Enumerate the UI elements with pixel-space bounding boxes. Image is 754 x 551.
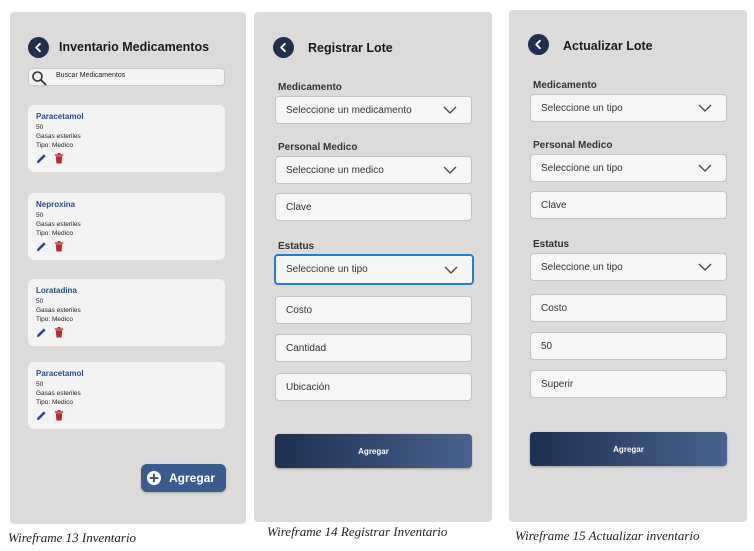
chevron-down-icon <box>443 166 457 174</box>
personal-select[interactable]: Seleccione un medico <box>275 156 472 184</box>
item-type: Tipo: Medico <box>36 230 73 237</box>
pencil-icon[interactable] <box>36 241 47 252</box>
ubicacion-value: Superir <box>541 378 574 390</box>
costo-field[interactable]: Costo <box>275 296 472 324</box>
medicamento-label: Medicamento <box>278 82 342 93</box>
pencil-icon[interactable] <box>36 153 47 164</box>
submit-button[interactable]: Agregar <box>530 432 727 466</box>
item-name: Loratadina <box>36 286 77 295</box>
pencil-icon[interactable] <box>36 327 47 338</box>
ubicacion-placeholder: Ubicación <box>286 381 330 393</box>
trash-icon[interactable] <box>54 153 64 164</box>
submit-button[interactable]: Agregar <box>275 434 472 468</box>
list-item[interactable]: Paracetamol 50 Gasas esteriles Tipo: Med… <box>28 362 225 429</box>
search-input[interactable]: Buscar Medicamentos <box>28 68 225 86</box>
estatus-select-value: Seleccione un tipo <box>286 264 368 275</box>
back-button[interactable] <box>273 37 294 58</box>
personal-select-value: Seleccione un medico <box>286 164 384 176</box>
add-button[interactable]: Agregar <box>141 464 226 492</box>
costo-value: Costo <box>541 302 568 314</box>
add-button-label: Agregar <box>169 471 216 485</box>
item-desc: Gasas esteriles <box>36 390 81 397</box>
estatus-select[interactable]: Seleccione un tipo <box>274 254 474 285</box>
item-qty: 50 <box>36 124 44 131</box>
trash-icon[interactable] <box>54 241 64 252</box>
search-placeholder: Buscar Medicamentos <box>56 72 126 79</box>
personal-select[interactable]: Seleccione un tipo <box>530 154 727 182</box>
pencil-icon[interactable] <box>36 410 47 421</box>
back-arrow-icon <box>280 42 286 53</box>
list-item[interactable]: Neproxina 50 Gasas esteriles Tipo: Medic… <box>28 193 225 260</box>
medicamento-label: Medicamento <box>533 80 597 91</box>
cantidad-placeholder: Cantidad <box>286 342 327 354</box>
medicamento-select[interactable]: Seleccione un tipo <box>530 94 727 122</box>
list-item[interactable]: Paracetamol 50 Gasas esteriles Tipo: Med… <box>28 105 225 172</box>
chevron-down-icon <box>698 104 712 112</box>
item-qty: 50 <box>36 212 44 219</box>
clave-field[interactable]: Clave <box>530 191 727 219</box>
back-button[interactable] <box>28 37 49 58</box>
medicamento-select-value: Seleccione un tipo <box>541 102 623 114</box>
page-title: Registrar Lote <box>308 41 393 55</box>
cantidad-field[interactable]: 50 <box>530 332 727 360</box>
cantidad-value: 50 <box>541 340 553 352</box>
back-button[interactable] <box>528 34 549 55</box>
page-title: Actualizar Lote <box>563 39 653 53</box>
personal-label: Personal Medico <box>278 142 358 153</box>
list-item[interactable]: Loratadina 50 Gasas esteriles Tipo: Medi… <box>28 279 225 346</box>
ubicacion-field[interactable]: Ubicación <box>275 373 472 401</box>
chevron-down-icon <box>698 164 712 172</box>
back-arrow-icon <box>35 42 41 53</box>
estatus-select[interactable]: Seleccione un tipo <box>530 253 727 281</box>
item-desc: Gasas esteriles <box>36 221 81 228</box>
caption-registrar: Wireframe 14 Registrar Inventario <box>267 524 448 539</box>
clave-placeholder: Clave <box>286 201 312 213</box>
personal-select-value: Seleccione un tipo <box>541 162 623 174</box>
search-icon <box>32 71 47 86</box>
back-arrow-icon <box>535 39 541 50</box>
estatus-label: Estatus <box>278 241 315 252</box>
page-title: Inventario Medicamentos <box>59 40 210 54</box>
item-type: Tipo: Medico <box>36 142 73 149</box>
item-name: Neproxina <box>36 200 76 209</box>
item-type: Tipo: Medico <box>36 316 73 323</box>
costo-field[interactable]: Costo <box>530 294 727 322</box>
item-name: Paracetamol <box>36 369 84 378</box>
chevron-down-icon <box>443 106 457 114</box>
costo-placeholder: Costo <box>286 304 313 316</box>
item-desc: Gasas esteriles <box>36 133 81 140</box>
medicamento-select-value: Seleccione un medicamento <box>286 104 412 116</box>
clave-field[interactable]: Clave <box>275 193 472 221</box>
medicamento-select[interactable]: Seleccione un medicamento <box>275 96 472 124</box>
personal-label: Personal Medico <box>533 140 613 151</box>
plus-icon <box>147 471 161 485</box>
chevron-down-icon <box>444 266 458 274</box>
actualizar-screen: Actualizar Lote Medicamento Seleccione u… <box>509 10 747 522</box>
trash-icon[interactable] <box>54 327 64 338</box>
item-qty: 50 <box>36 381 44 388</box>
caption-inventario: Wireframe 13 Inventario <box>8 530 137 545</box>
clave-value: Clave <box>541 199 567 211</box>
registrar-screen: Registrar Lote Medicamento Seleccione un… <box>254 12 492 522</box>
cantidad-field[interactable]: Cantidad <box>275 334 472 362</box>
estatus-label: Estatus <box>533 239 570 250</box>
item-name: Paracetamol <box>36 112 84 121</box>
estatus-select-value: Seleccione un tipo <box>541 261 623 273</box>
item-type: Tipo: Medico <box>36 399 73 406</box>
item-desc: Gasas esteriles <box>36 307 81 314</box>
chevron-down-icon <box>698 263 712 271</box>
inventario-screen: Inventario Medicamentos Buscar Medicamen… <box>10 12 246 524</box>
ubicacion-field[interactable]: Superir <box>530 370 727 398</box>
item-qty: 50 <box>36 298 44 305</box>
trash-icon[interactable] <box>54 410 64 421</box>
caption-actualizar: Wireframe 15 Actualizar inventario <box>515 528 700 543</box>
